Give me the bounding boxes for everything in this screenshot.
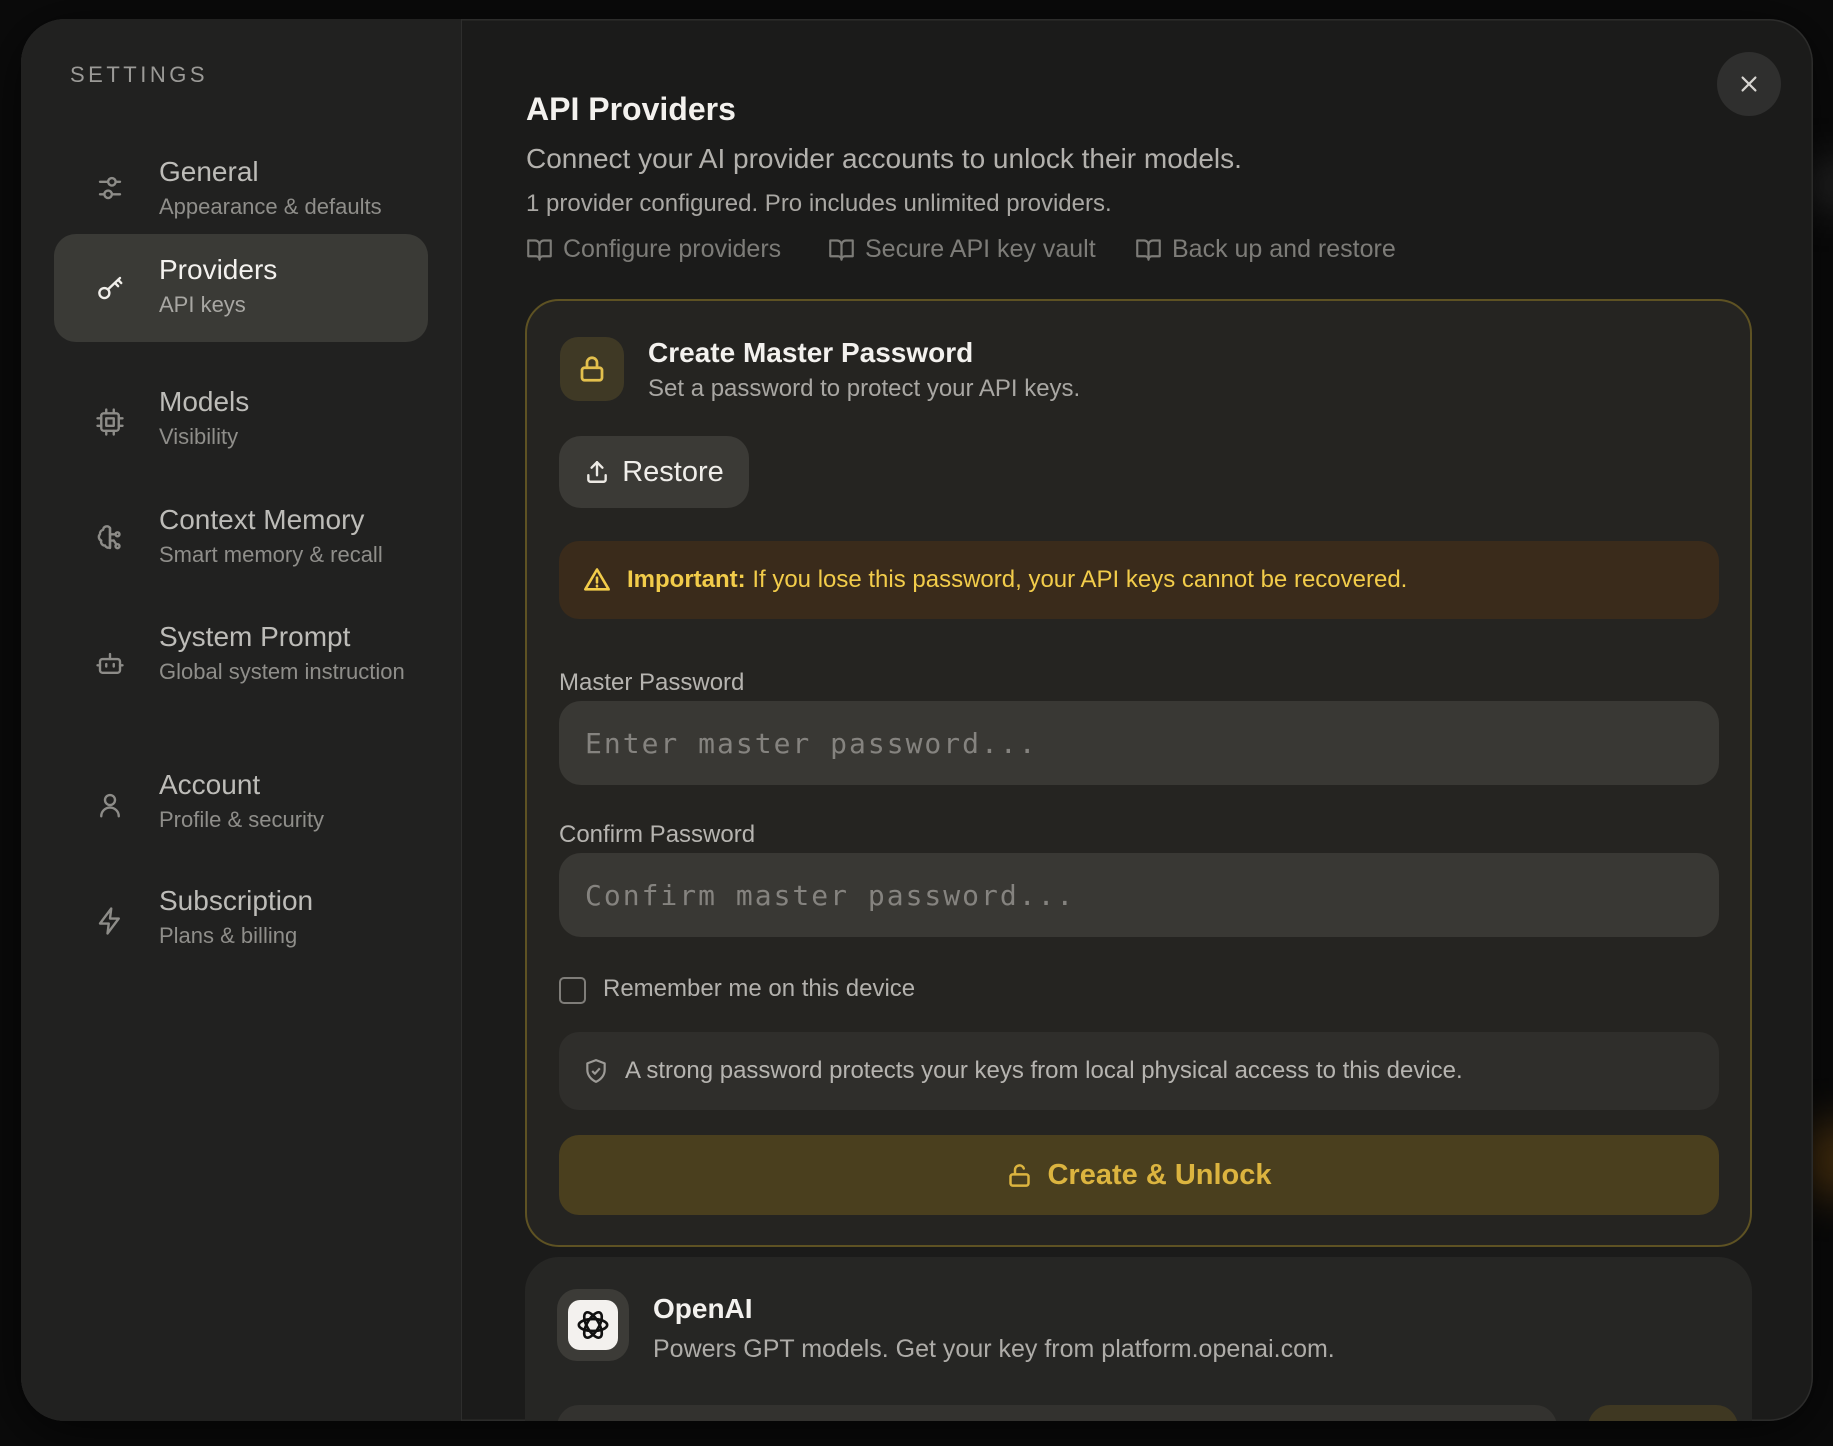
security-info-banner: A strong password protects your keys fro… [559,1032,1719,1110]
sidebar-item-system-prompt[interactable]: System Prompt Global system instruction [54,599,428,729]
sidebar-item-subtitle: Appearance & defaults [159,194,382,219]
sidebar-item-title: Subscription [159,885,314,916]
key-icon [89,267,131,309]
doc-link-label: Secure API key vault [865,235,1096,263]
create-unlock-button[interactable]: Create & Unlock [559,1135,1719,1215]
sidebar-item-title: Context Memory [159,504,365,535]
warning-strong: Important: [627,566,746,593]
provider-description: Powers GPT models. Get your key from pla… [653,1335,1335,1363]
page-description: Connect your AI provider accounts to unl… [526,143,1242,174]
doc-link-backup-restore[interactable]: Back up and restore [1135,235,1396,264]
sidebar-item-subtitle: Global system instruction [159,659,405,684]
book-icon [1136,239,1161,261]
sidebar-heading: SETTINGS [70,62,209,87]
sliders-icon [89,167,131,209]
restore-button[interactable]: Restore [559,436,749,508]
card-title: Create Master Password [648,337,974,368]
openai-logo-tile [557,1289,629,1361]
close-button[interactable] [1717,52,1781,116]
bot-icon [89,643,131,685]
sidebar-item-subtitle: Profile & security [159,807,325,832]
master-password-card: Create Master Password Set a password to… [525,299,1752,1247]
doc-link-label: Configure providers [563,235,782,263]
provider-card-openai: OpenAI Powers GPT models. Get your key f… [525,1257,1752,1421]
provider-count-status: 1 provider configured. Pro includes unli… [526,190,1112,217]
sidebar-item-title: General [159,156,259,187]
zap-icon [89,900,131,942]
unlock-icon [1009,1163,1031,1187]
remember-me-checkbox[interactable] [559,977,586,1004]
sidebar-item-subtitle: Plans & billing [159,923,298,948]
confirm-password-label: Confirm Password [559,821,756,848]
openai-api-key-input[interactable] [557,1405,1557,1421]
openai-logo-icon [568,1300,618,1350]
sidebar-item-subscription[interactable]: Subscription Plans & billing [54,865,428,973]
provider-name: OpenAI [653,1293,753,1324]
book-icon [527,239,552,261]
shield-check-icon [586,1059,606,1083]
warning-banner: Important: If you lose this password, yo… [559,541,1719,619]
sidebar-item-title: Providers [159,254,278,285]
brain-icon [89,517,131,559]
openai-save-button[interactable] [1588,1405,1738,1421]
sidebar-item-account[interactable]: Account Profile & security [54,749,428,857]
sidebar-item-subtitle: API keys [159,292,246,317]
confirm-password-input[interactable] [559,853,1719,937]
settings-sidebar: SETTINGS General Appearance & defaults P… [21,19,462,1421]
lock-tile [560,337,624,401]
doc-link-secure-vault[interactable]: Secure API key vault [828,235,1096,264]
book-icon [829,239,854,261]
warning-triangle-icon [584,568,610,591]
lock-icon [580,356,604,382]
restore-label: Restore [622,455,724,488]
doc-link-configure-providers[interactable]: Configure providers [526,235,781,264]
master-password-input[interactable] [559,701,1719,785]
security-info-text: A strong password protects your keys fro… [625,1057,1463,1084]
upload-icon [587,461,608,483]
cpu-chip-icon [89,401,131,443]
user-icon [89,784,131,826]
close-icon [1741,76,1757,92]
sidebar-item-title: Models [159,386,250,417]
card-subtitle: Set a password to protect your API keys. [648,375,1081,402]
warning-message: If you lose this password, your API keys… [752,566,1408,593]
sidebar-item-subtitle: Smart memory & recall [159,542,383,567]
settings-modal: SETTINGS General Appearance & defaults P… [21,19,1813,1421]
master-password-label: Master Password [559,669,745,696]
sidebar-item-models[interactable]: Models Visibility [54,366,428,474]
page-title: API Providers [526,91,736,127]
sidebar-item-general[interactable]: General Appearance & defaults [54,134,428,242]
sidebar-item-subtitle: Visibility [159,424,239,449]
sidebar-item-providers[interactable]: Providers API keys [54,234,428,342]
sidebar-item-title: Account [159,769,261,800]
warning-text: Important: If you lose this password, yo… [627,566,1407,594]
sidebar-item-context-memory[interactable]: Context Memory Smart memory & recall [54,482,428,590]
remember-me-label[interactable]: Remember me on this device [603,975,915,1003]
doc-link-label: Back up and restore [1172,235,1396,263]
create-unlock-label: Create & Unlock [1047,1158,1272,1191]
sidebar-item-title: System Prompt [159,621,351,652]
